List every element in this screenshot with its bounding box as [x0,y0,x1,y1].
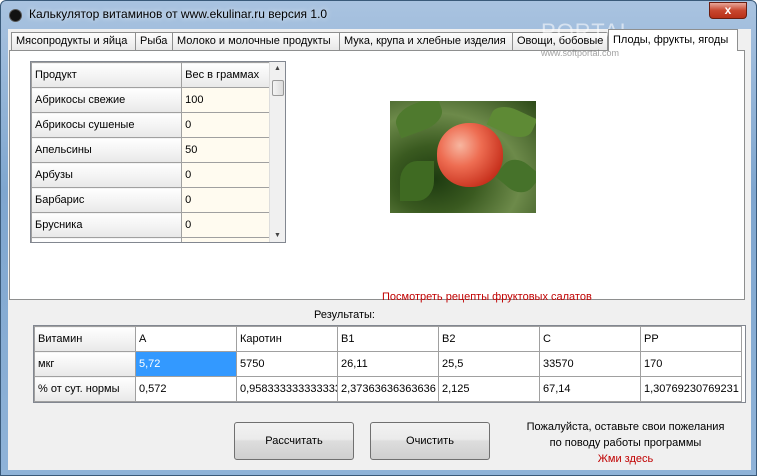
grid-product-cell[interactable]: Барбарис [31,187,183,213]
tab-flour-grain[interactable]: Мука, крупа и хлебные изделия [339,32,513,51]
grid-row: Абрикосы сушеные 0 [31,112,270,138]
grid-product-cell[interactable] [31,237,183,242]
results-label: Результаты: [314,309,375,321]
scroll-up-arrow-icon[interactable]: ▲ [274,65,281,72]
client-area: Мясопродукты и яйца Рыба Молоко и молочн… [8,29,751,470]
results-cell[interactable]: 2,125 [438,376,540,402]
feedback-link[interactable]: Жми здесь [513,451,738,467]
results-cell[interactable]: 1,30769230769231 [640,376,742,402]
grid-vertical-scrollbar[interactable]: ▲ ▼ [269,62,285,242]
grid-weight-cell[interactable]: 100 [181,87,270,113]
results-header-cell[interactable]: Каротин [236,326,338,352]
app-icon [9,9,22,22]
grid-header-weight[interactable]: Вес в граммах [181,62,270,88]
grid-weight-cell[interactable]: 0 [181,162,270,188]
results-header-cell[interactable]: C [539,326,641,352]
tab-fish[interactable]: Рыба [135,32,173,51]
feedback-line-2: по поводу работы программы [549,437,702,449]
results-header-cell[interactable]: Витамин [34,326,136,352]
results-header-cell[interactable]: B1 [337,326,439,352]
grid-weight-cell[interactable]: 0 [181,187,270,213]
grid-row: Абрикосы свежие 100 [31,87,270,113]
results-header-row: Витамин A Каротин B1 B2 C PP [34,326,742,352]
results-cell[interactable]: 25,5 [438,351,540,377]
results-cell[interactable]: 0,572 [135,376,237,402]
tab-meat-eggs[interactable]: Мясопродукты и яйца [11,32,136,51]
application-window: Калькулятор витаминов от www.ekulinar.ru… [0,0,757,476]
results-header-cell[interactable]: A [135,326,237,352]
results-header-cell[interactable]: B2 [438,326,540,352]
results-cell[interactable]: 67,14 [539,376,641,402]
results-cell-selected[interactable]: 5,72 [135,351,237,377]
grid-row: Барбарис 0 [31,187,270,213]
fruit-photo [390,101,536,213]
results-cell[interactable]: 33570 [539,351,641,377]
results-cell[interactable]: 2,37363636363636 [337,376,439,402]
results-cell[interactable]: 170 [640,351,742,377]
grid-weight-cell[interactable]: 0 [181,112,270,138]
grid-row: Брусника 0 [31,212,270,238]
calculate-button[interactable]: Рассчитать [234,422,354,460]
scroll-thumb[interactable] [272,80,284,96]
grid-product-cell[interactable]: Абрикосы свежие [31,87,183,113]
results-row-percent: % от сут. нормы 0,572 0,958333333333333 … [34,376,742,402]
feedback-line-1: Пожалуйста, оставьте свои пожелания [526,421,725,433]
results-row-header[interactable]: мкг [34,351,136,377]
grid-weight-cell[interactable] [181,237,270,242]
results-grid: Витамин A Каротин B1 B2 C PP мкг 5,72 57… [33,325,746,403]
grid-product-cell[interactable]: Абрикосы сушеные [31,112,183,138]
grid-product-cell[interactable]: Арбузы [31,162,183,188]
results-row-header[interactable]: % от сут. нормы [34,376,136,402]
results-cell[interactable]: 0,958333333333333 [236,376,338,402]
grid-row: Арбузы 0 [31,162,270,188]
results-row-mcg: мкг 5,72 5750 26,11 25,5 33570 170 [34,351,742,377]
grid-row [31,237,270,242]
grid-product-cell[interactable]: Брусника [31,212,183,238]
results-cell[interactable]: 5750 [236,351,338,377]
results-cell[interactable]: 26,11 [337,351,439,377]
grid-weight-cell[interactable]: 50 [181,137,270,163]
window-title: Калькулятор витаминов от www.ekulinar.ru… [29,7,328,21]
scroll-down-arrow-icon[interactable]: ▼ [274,232,281,239]
product-grid: Продукт Вес в граммах Абрикосы свежие 10… [30,61,286,243]
title-bar[interactable]: Калькулятор витаминов от www.ekulinar.ru… [1,1,756,28]
grid-product-cell[interactable]: Апельсины [31,137,183,163]
clear-button[interactable]: Очистить [370,422,490,460]
tab-milk[interactable]: Молоко и молочные продукты [172,32,340,51]
tab-fruits[interactable]: Плоды, фрукты, ягоды [608,29,738,51]
grid-header-product[interactable]: Продукт [31,62,183,88]
close-button[interactable]: x [709,2,747,19]
fruits-tab-panel: Продукт Вес в граммах Абрикосы свежие 10… [9,50,745,303]
grid-row: Апельсины 50 [31,137,270,163]
feedback-block: Пожалуйста, оставьте свои пожелания по п… [513,419,738,467]
recipe-link[interactable]: Посмотреть рецепты фруктовых салатов [382,291,592,303]
grid-weight-cell[interactable]: 0 [181,212,270,238]
apple-image [437,123,503,187]
results-header-cell[interactable]: PP [640,326,742,352]
